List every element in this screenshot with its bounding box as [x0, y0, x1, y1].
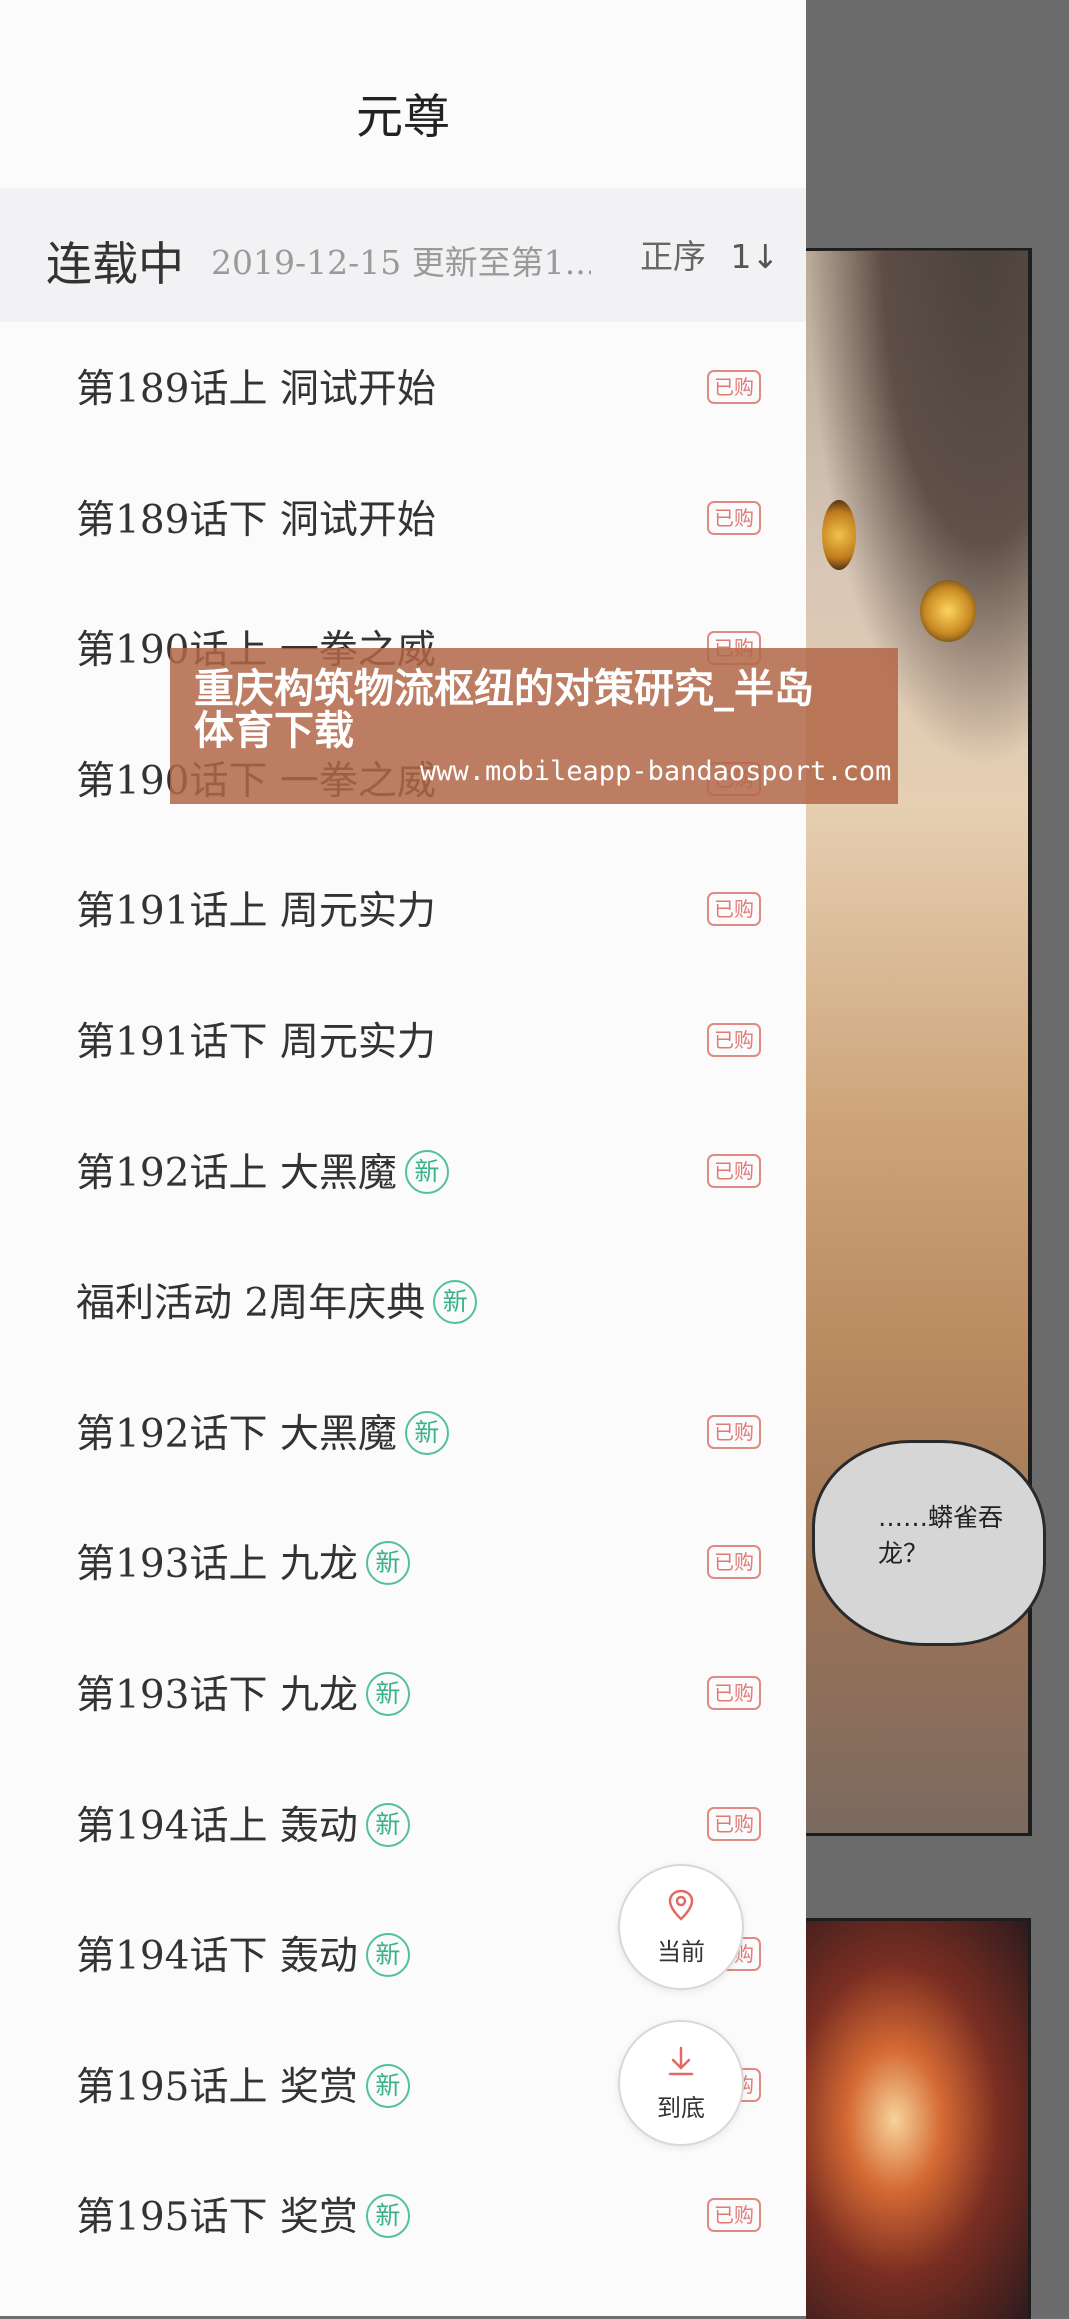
- purchased-badge: 已购: [707, 500, 761, 535]
- purchased-badge: 已购: [707, 1806, 761, 1841]
- chapter-title-text: 第191话上 周元实力: [76, 889, 436, 935]
- new-badge: 新: [365, 1671, 410, 1716]
- new-badge: 新: [365, 2063, 410, 2108]
- purchased-badge: 已购: [707, 370, 761, 404]
- jump-current-button[interactable]: 当前: [618, 1864, 744, 1990]
- chapter-title-text: 第193话上 九龙: [76, 1542, 358, 1588]
- chapter-title-text: 福利活动 2周年庆典: [76, 1281, 426, 1327]
- new-badge: 新: [404, 1149, 449, 1194]
- sort-order-button[interactable]: 正序 1↓: [640, 230, 779, 280]
- purchased-badge: 已购: [707, 1545, 761, 1580]
- purchased-badge: 已购: [707, 1414, 761, 1449]
- chapter-title: 福利活动 2周年庆典新: [76, 1272, 478, 1328]
- chapter-title: 第195话下 奖赏新: [76, 2186, 410, 2242]
- watermark-url: www.mobileapp-bandaosport.com: [420, 756, 892, 787]
- chapter-item[interactable]: 第193话上 九龙新 已购: [0, 1501, 806, 1632]
- chapter-item[interactable]: 福利活动 2周年庆典新: [0, 1240, 806, 1371]
- new-badge: 新: [365, 1933, 410, 1978]
- new-badge: 新: [433, 1280, 478, 1325]
- chapter-title-text: 第194话上 轰动: [76, 1803, 358, 1849]
- comic-title: 元尊: [356, 90, 450, 145]
- chapter-title: 第195话上 奖赏新: [76, 2056, 410, 2112]
- chapter-item[interactable]: 第191话上 周元实力 已购: [0, 848, 806, 979]
- chapter-item[interactable]: 第193话下 九龙新 已购: [0, 1632, 806, 1763]
- new-badge: 新: [365, 2194, 410, 2239]
- chapter-item[interactable]: 第189话下 洞试开始 已购: [0, 457, 806, 588]
- chapter-item[interactable]: 第192话下 大黑魔新 已购: [0, 1371, 806, 1502]
- chapter-title: 第191话下 周元实力: [76, 1011, 436, 1067]
- comic-panel-next: [806, 1918, 1031, 2319]
- jump-bottom-label: 到底: [657, 2094, 705, 2122]
- new-badge: 新: [365, 1541, 410, 1586]
- sort-order-label: 正序: [640, 237, 706, 276]
- comic-art-eye: [920, 580, 976, 642]
- chapter-title-text: 第195话上 奖赏: [76, 2064, 358, 2110]
- chapter-list: 第189话上 洞试开始已购第189话下 洞试开始已购第190话上 一拳之威已购第…: [0, 326, 806, 2285]
- chapter-title-text: 第195话下 奖赏: [76, 2195, 358, 2241]
- new-badge: 新: [365, 1802, 410, 1847]
- chapter-title-text: 第192话上 大黑魔: [76, 1150, 397, 1196]
- chapter-title-text: 第193话下 九龙: [76, 1672, 358, 1718]
- chapter-item[interactable]: 第192话上 大黑魔新 已购: [0, 1110, 806, 1241]
- sort-icon: 1↓: [730, 237, 780, 276]
- chapter-item[interactable]: 第191话下 周元实力 已购: [0, 979, 806, 1110]
- purchased-badge: 已购: [707, 1153, 761, 1188]
- chapter-title: 第192话上 大黑魔新: [76, 1142, 449, 1198]
- chapter-item[interactable]: 第189话上 洞试开始 已购: [0, 326, 806, 457]
- purchased-badge: 已购: [707, 1022, 761, 1057]
- comic-art-eye: [822, 500, 856, 570]
- chapter-title: 第191话上 周元实力: [76, 880, 436, 936]
- chapter-title-text: 第192话下 大黑魔: [76, 1411, 397, 1457]
- serial-status: 连载中: [46, 237, 184, 291]
- update-info: 2019-12-15 更新至第1...: [211, 243, 591, 282]
- purchased-badge: 已购: [707, 892, 761, 927]
- jump-current-label: 当前: [657, 1938, 705, 1966]
- jump-bottom-button[interactable]: 到底: [618, 2020, 744, 2146]
- purchased-badge: 已购: [707, 1675, 761, 1710]
- chapter-title-text: 第189话上 洞试开始: [76, 367, 436, 412]
- chapter-title: 第194话上 轰动新: [76, 1795, 410, 1851]
- location-pin-icon: [668, 1889, 694, 1921]
- purchased-badge: 已购: [707, 2198, 761, 2233]
- chapter-title: 第189话上 洞试开始: [76, 358, 436, 414]
- chapter-title: 第194话下 轰动新: [76, 1925, 410, 1981]
- chapter-title: 第193话下 九龙新: [76, 1664, 410, 1720]
- chapter-title: 第189话下 洞试开始: [76, 489, 436, 545]
- chapter-title: 第192话下 大黑魔新: [76, 1403, 449, 1459]
- watermark-title: 重庆构筑物流枢纽的对策研究_半岛体育下载: [194, 666, 814, 754]
- chapter-item[interactable]: 第195话下 奖赏新 已购: [0, 2154, 806, 2285]
- chapter-title-text: 第191话下 周元实力: [76, 1019, 436, 1065]
- chapter-title-text: 第194话下 轰动: [76, 1934, 358, 1980]
- chapter-title: 第193话上 九龙新: [76, 1533, 410, 1589]
- speech-bubble-text: ……蟒雀吞龙？: [878, 1503, 1004, 1568]
- new-badge: 新: [404, 1410, 449, 1455]
- chapter-title-text: 第189话下 洞试开始: [76, 497, 436, 543]
- download-arrow-icon: [668, 2046, 694, 2076]
